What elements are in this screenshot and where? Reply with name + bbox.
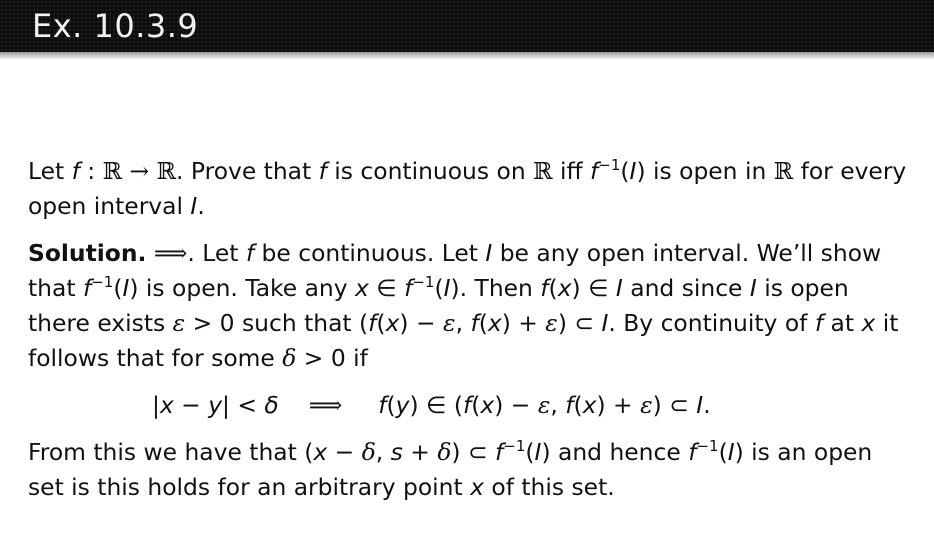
solution-label: Solution.	[28, 239, 147, 267]
header-divider	[0, 52, 934, 60]
slide-content: Let f : ℝ → ℝ. Prove that f is continuou…	[28, 154, 908, 505]
display-equation: |x − y| < δ ⟹ f(y) ∈ (f(x) − ε, f(x) + ε) …	[152, 391, 711, 419]
display-lhs: |x − y| < δ	[152, 391, 279, 419]
slide-title: Ex. 10.3.9	[32, 7, 199, 45]
slide-header: Ex. 10.3.9	[0, 0, 934, 52]
solution-paragraph: Solution. ⟹. Let f be continuous. Let I …	[28, 239, 899, 372]
conclusion-paragraph: From this we have that (x − δ, s + δ) ⊂ …	[28, 437, 873, 501]
display-implies: ⟹	[308, 391, 343, 419]
problem-statement: Let f : ℝ → ℝ. Prove that f is continuou…	[28, 156, 907, 220]
